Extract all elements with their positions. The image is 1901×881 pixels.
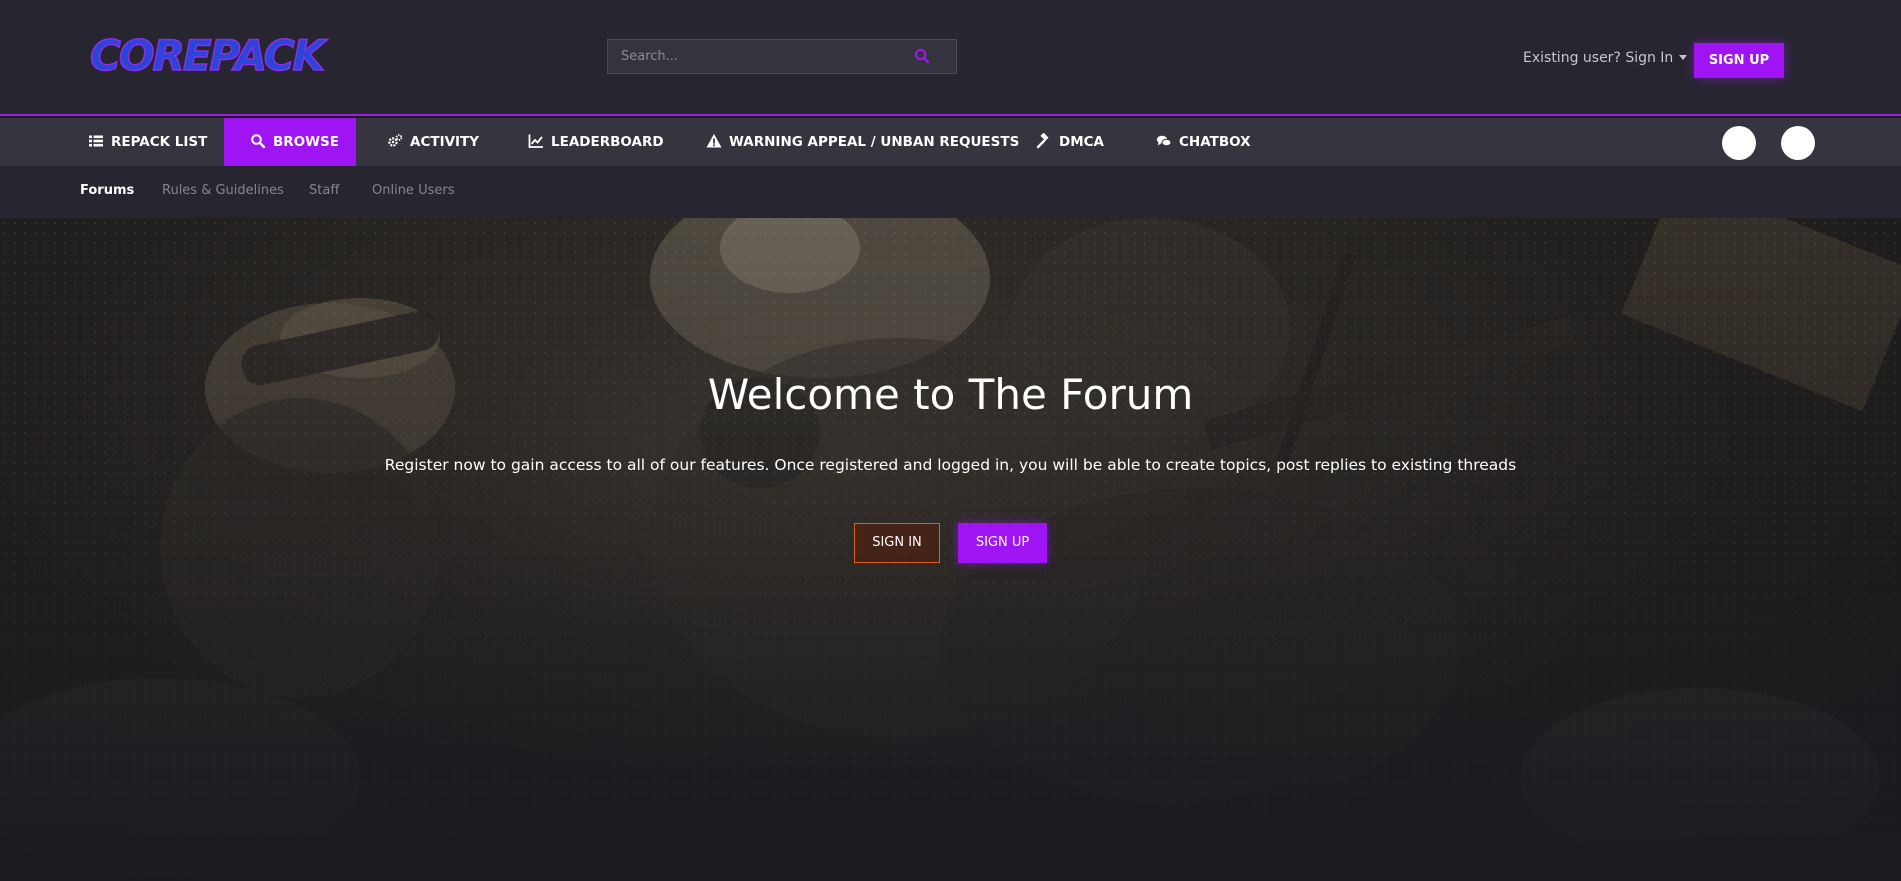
nav-item-leaderboard[interactable]: LEADERBOARD: [528, 118, 664, 166]
subnav-item-forums[interactable]: Forums: [80, 183, 134, 198]
nav-item-warning-appeal[interactable]: WARNING APPEAL / UNBAN REQUESTS: [706, 118, 1019, 166]
logo-text: COREPACK: [90, 31, 329, 78]
nav-label: BROWSE: [273, 134, 339, 150]
hero-gradient-overlay: [0, 218, 1901, 881]
subnav-item-rules[interactable]: Rules & Guidelines: [162, 183, 284, 198]
line-chart-icon: [528, 134, 543, 148]
nav-item-repack-list[interactable]: REPACK LIST: [88, 118, 207, 166]
gavel-icon: [1036, 133, 1049, 149]
sub-nav: Forums Rules & Guidelines Staff Online U…: [0, 166, 1901, 218]
nav-item-chatbox[interactable]: CHATBOX: [1156, 118, 1251, 166]
existing-user-signin-menu[interactable]: Existing user? Sign In: [1523, 50, 1688, 66]
nav-label: ACTIVITY: [410, 134, 480, 150]
caret-down-icon: [1679, 55, 1688, 60]
hero-title: Welcome to The Forum: [707, 370, 1194, 419]
nav-item-activity[interactable]: ACTIVITY: [387, 118, 479, 166]
site-header: COREPACK Existing user? Sign In SIGN UP: [0, 0, 1901, 116]
hero-signup-button[interactable]: SIGN UP: [958, 523, 1047, 563]
cogs-icon: [388, 134, 403, 147]
list-icon: [89, 135, 103, 147]
nav-label: WARNING APPEAL / UNBAN REQUESTS: [729, 134, 1020, 150]
search-box: [607, 39, 957, 74]
existing-user-label: Existing user? Sign In: [1523, 50, 1674, 66]
header-signup-button[interactable]: SIGN UP: [1694, 43, 1784, 78]
nav-circle-button-2[interactable]: [1781, 126, 1815, 160]
nav-label: REPACK LIST: [111, 134, 208, 150]
nav-label: DMCA: [1059, 134, 1104, 150]
hero-signin-button[interactable]: SIGN IN: [854, 523, 940, 563]
hero-description: Register now to gain access to all of ou…: [384, 456, 1517, 474]
subnav-item-online-users[interactable]: Online Users: [372, 183, 454, 198]
hero-banner: [0, 218, 1901, 881]
search-icon[interactable]: [913, 47, 931, 65]
comments-icon: [1156, 135, 1172, 147]
main-nav: REPACK LIST BROWSE ACTIVITY LEADERBOARD …: [0, 118, 1901, 166]
nav-item-browse[interactable]: BROWSE: [224, 118, 356, 166]
search-input[interactable]: [608, 40, 908, 73]
warning-icon: [706, 134, 722, 148]
search-icon: [251, 134, 266, 149]
nav-label: LEADERBOARD: [551, 134, 664, 150]
nav-label: CHATBOX: [1179, 134, 1251, 150]
nav-item-dmca[interactable]: DMCA: [1036, 118, 1104, 166]
subnav-item-staff[interactable]: Staff: [309, 183, 339, 198]
nav-circle-button-1[interactable]: [1722, 126, 1756, 160]
corepack-logo[interactable]: COREPACK: [88, 30, 333, 78]
